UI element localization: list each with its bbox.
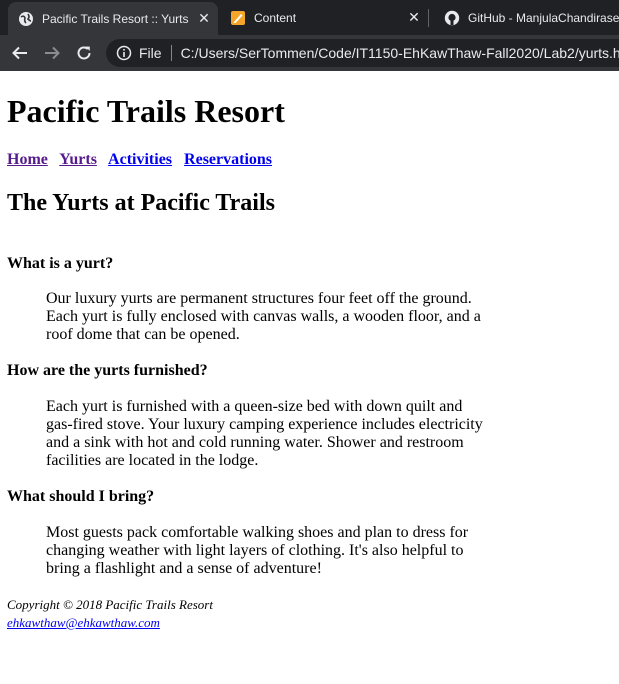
browser-toolbar: File C:/Users/SerTommen/Code/IT1150-EhKa… — [0, 35, 619, 71]
back-arrow-icon[interactable] — [8, 41, 32, 65]
email-link[interactable]: ehkawthaw@ehkawthaw.com — [7, 615, 160, 630]
nav-link-reservations[interactable]: Reservations — [184, 151, 272, 168]
tab-title: GitHub - ManjulaChandirase — [468, 10, 619, 25]
site-title: Pacific Trails Resort — [7, 93, 285, 129]
faq-question: What should I bring? — [7, 488, 155, 505]
close-icon[interactable]: ✕ — [406, 9, 422, 26]
address-divider — [170, 45, 172, 61]
nav-link-activities[interactable]: Activities — [108, 151, 172, 168]
tab-github[interactable]: GitHub - ManjulaChandirase — [434, 0, 619, 35]
faq-answer: Most guests pack comfortable walking sho… — [46, 524, 469, 577]
pencil-note-icon — [230, 10, 246, 26]
github-icon — [444, 10, 460, 26]
tab-strip: Pacific Trails Resort :: Yurts ✕ Content… — [0, 0, 619, 35]
tab-divider — [428, 9, 429, 27]
faq-answer: Each yurt is furnished with a queen-size… — [46, 398, 483, 469]
close-icon[interactable]: ✕ — [196, 10, 212, 27]
site-nav: Home Yurts Activities Reservations — [7, 151, 280, 169]
tab-yurts[interactable]: Pacific Trails Resort :: Yurts ✕ — [8, 2, 218, 35]
nav-link-home[interactable]: Home — [7, 151, 48, 168]
tab-title: Pacific Trails Resort :: Yurts — [42, 11, 189, 26]
scheme-label: File — [139, 45, 162, 61]
info-icon[interactable] — [116, 45, 132, 61]
address-bar[interactable]: File C:/Users/SerTommen/Code/IT1150-EhKa… — [106, 39, 619, 67]
url-text[interactable]: C:/Users/SerTommen/Code/IT1150-EhKawThaw… — [181, 45, 619, 61]
page-footer: Copyright © 2018 Pacific Trails Resort e… — [7, 596, 213, 632]
reload-icon[interactable] — [72, 41, 96, 65]
page-heading: The Yurts at Pacific Trails — [7, 190, 275, 216]
copyright-text: Copyright © 2018 Pacific Trails Resort — [7, 597, 213, 612]
tab-title: Content — [254, 10, 297, 25]
forward-arrow-icon[interactable] — [40, 41, 64, 65]
globe-icon — [18, 11, 34, 27]
tab-content[interactable]: Content ✕ — [220, 0, 428, 35]
nav-link-yurts[interactable]: Yurts — [59, 151, 97, 168]
faq-answer: Our luxury yurts are permanent structure… — [46, 290, 481, 343]
faq-question: What is a yurt? — [7, 255, 114, 272]
faq-question: How are the yurts furnished? — [7, 362, 208, 379]
